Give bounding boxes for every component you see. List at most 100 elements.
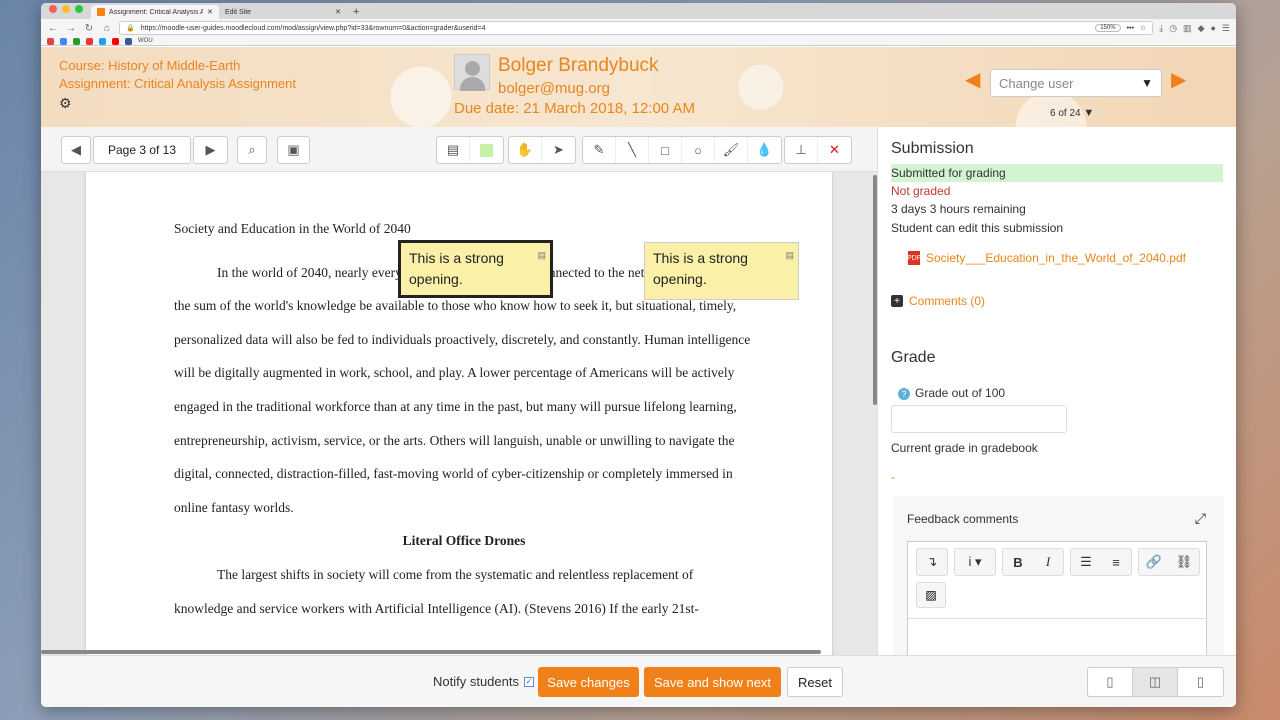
close-tab-icon[interactable]: ✕	[207, 8, 213, 16]
link-icon[interactable]: 🔗	[1139, 549, 1169, 575]
annotation-text[interactable]: This is a strong opening.	[653, 250, 748, 287]
gmail-bookmark-icon[interactable]	[47, 37, 54, 45]
submission-status: Submitted for grading	[891, 164, 1223, 182]
forward-arrow-icon[interactable]: →	[65, 23, 77, 34]
comment-menu-icon[interactable]: ▤	[785, 245, 794, 266]
comments-toggle[interactable]: + Comments (0)	[891, 294, 985, 308]
download-icon[interactable]: ⤓	[1159, 23, 1163, 34]
expand-all-comments-icon[interactable]: ▣	[277, 136, 310, 164]
extension-icon[interactable]: ●	[1210, 23, 1215, 34]
help-icon[interactable]: ?	[898, 388, 910, 400]
numbered-list-icon[interactable]: ≡	[1101, 549, 1131, 575]
horizontal-scrollbar[interactable]	[41, 650, 821, 654]
annotation-comment-selected[interactable]: This is a strong opening. ▤	[398, 240, 553, 298]
facebook-bookmark-icon[interactable]	[125, 37, 132, 45]
comment-tools: ▤	[436, 136, 504, 164]
bold-icon[interactable]: B	[1003, 549, 1033, 575]
comment-tool-icon[interactable]: ▤	[437, 137, 470, 163]
assignment-link[interactable]: Assignment: Critical Analysis Assignment	[59, 75, 296, 93]
stamp-tool-icon[interactable]: ⊥	[785, 137, 818, 163]
annotation-text[interactable]: This is a strong opening.	[409, 250, 504, 287]
previous-page-button[interactable]: ◀	[61, 136, 91, 164]
comment-color-icon[interactable]	[470, 137, 503, 163]
reset-button[interactable]: Reset	[787, 667, 843, 697]
user-name[interactable]: Bolger Brandybuck	[498, 55, 659, 77]
change-user-placeholder: Change user	[999, 76, 1074, 91]
highlight-tool-icon[interactable]: 🖌	[715, 137, 748, 163]
collapse-review-panel-icon[interactable]: ▯	[1088, 668, 1133, 696]
new-tab-button[interactable]: +	[347, 5, 365, 19]
menu-icon[interactable]: ☰	[1222, 23, 1230, 34]
zoom-window-button[interactable]	[75, 5, 83, 13]
home-icon[interactable]: ⌂	[101, 23, 113, 34]
tab-assignment[interactable]: Assignment: Critical Analysis A ✕	[91, 5, 219, 19]
twitter-bookmark-icon[interactable]	[99, 37, 106, 45]
notify-students[interactable]: Notify students ✓	[433, 674, 534, 689]
pocket-bookmark-icon[interactable]	[86, 37, 93, 45]
save-changes-button[interactable]: Save changes	[538, 667, 639, 697]
file-name[interactable]: Society___Education_in_the_World_of_2040…	[926, 251, 1186, 265]
address-bar[interactable]: 🔒 https://moodle-user-guides.moodlecloud…	[119, 21, 1154, 35]
submission-file-link[interactable]: PDF Society___Education_in_the_World_of_…	[907, 251, 1186, 265]
google-bookmark-icon[interactable]	[60, 37, 67, 45]
pdf-viewer[interactable]: Society and Education in the World of 20…	[41, 172, 877, 655]
annotation-comment[interactable]: This is a strong opening. ▤	[644, 242, 799, 300]
time-remaining: 3 days 3 hours remaining	[891, 202, 1026, 216]
italic-icon[interactable]: I	[1033, 549, 1063, 575]
line-tool-icon[interactable]: ╲	[616, 137, 649, 163]
grading-status: Not graded	[891, 184, 951, 198]
extension-icon[interactable]: ◆	[1198, 23, 1205, 34]
youtube-bookmark-icon[interactable]	[112, 37, 119, 45]
grade-label-text: Grade out of 100	[915, 386, 1006, 400]
tab-edit-site[interactable]: Edit Site ✕	[219, 5, 347, 19]
library-icon[interactable]: ▥	[1183, 23, 1192, 34]
wou-bookmark[interactable]: WOU	[138, 38, 153, 44]
comments-label[interactable]: Comments (0)	[909, 294, 985, 308]
change-user-select[interactable]: Change user ▼	[990, 69, 1162, 97]
delete-stamp-icon[interactable]: ✕	[818, 137, 851, 163]
feedback-comments-section: Feedback comments ⤢ ↴ i ▾ BI ☰ ≡ 🔗 ⛓ ▨	[894, 496, 1224, 666]
minimize-window-button[interactable]	[62, 5, 70, 13]
course-link[interactable]: Course: History of Middle-Earth	[59, 57, 296, 75]
search-comments-icon[interactable]: ⌕	[237, 136, 267, 164]
oval-tool-icon[interactable]: ○	[682, 137, 715, 163]
zoom-level[interactable]: 150%	[1095, 24, 1121, 32]
back-arrow-icon[interactable]: ←	[47, 23, 59, 34]
pan-tool-icon[interactable]: ✋	[509, 137, 542, 163]
bookmark-star-icon[interactable]: ☆	[1140, 24, 1146, 32]
annotation-tools: ✎ ╲ □ ○ 🖌 💧	[582, 136, 782, 164]
reload-icon[interactable]: ↻	[83, 23, 95, 34]
close-window-button[interactable]	[49, 5, 57, 13]
user-email[interactable]: bolger@mug.org	[498, 80, 610, 97]
expand-icon[interactable]: ⤢	[1195, 510, 1206, 527]
select-tool-icon[interactable]: ➤	[542, 137, 575, 163]
pdf-page[interactable]: Society and Education in the World of 20…	[86, 172, 832, 655]
url-text: https://moodle-user-guides.moodlecloud.c…	[140, 24, 486, 32]
more-icon[interactable]: •••	[1127, 25, 1134, 32]
previous-user-arrow-icon[interactable]: ◀	[965, 67, 980, 92]
gear-icon[interactable]: ⚙	[59, 95, 72, 112]
next-user-arrow-icon[interactable]: ▶	[1171, 67, 1186, 92]
comment-menu-icon[interactable]: ▤	[537, 245, 546, 266]
collapse-grade-panel-icon[interactable]: ▯	[1178, 668, 1223, 696]
grade-input[interactable]	[891, 405, 1067, 433]
page-selector[interactable]: Page 3 of 13	[93, 136, 191, 164]
next-page-button[interactable]: ▶	[193, 136, 228, 164]
toolbar-toggle-icon[interactable]: ↴	[917, 549, 947, 575]
color-drop-icon[interactable]: 💧	[748, 137, 781, 163]
drive-bookmark-icon[interactable]	[73, 37, 80, 45]
history-icon[interactable]: ◷	[1169, 23, 1177, 34]
close-tab-icon[interactable]: ✕	[335, 8, 341, 16]
bullet-list-icon[interactable]: ☰	[1071, 549, 1101, 575]
save-and-show-next-button[interactable]: Save and show next	[644, 667, 781, 697]
default-layout-icon[interactable]: ◫	[1133, 668, 1178, 696]
navigation-bar: ← → ↻ ⌂ 🔒 https://moodle-user-guides.moo…	[41, 19, 1236, 37]
notify-checkbox[interactable]: ✓	[524, 676, 534, 687]
notify-label: Notify students	[433, 674, 519, 689]
filter-icon[interactable]: ▼	[1083, 107, 1094, 119]
paragraph-style-icon[interactable]: i ▾	[955, 549, 995, 575]
pen-tool-icon[interactable]: ✎	[583, 137, 616, 163]
rectangle-tool-icon[interactable]: □	[649, 137, 682, 163]
unlink-icon[interactable]: ⛓	[1169, 549, 1199, 575]
image-icon[interactable]: ▨	[916, 582, 946, 608]
